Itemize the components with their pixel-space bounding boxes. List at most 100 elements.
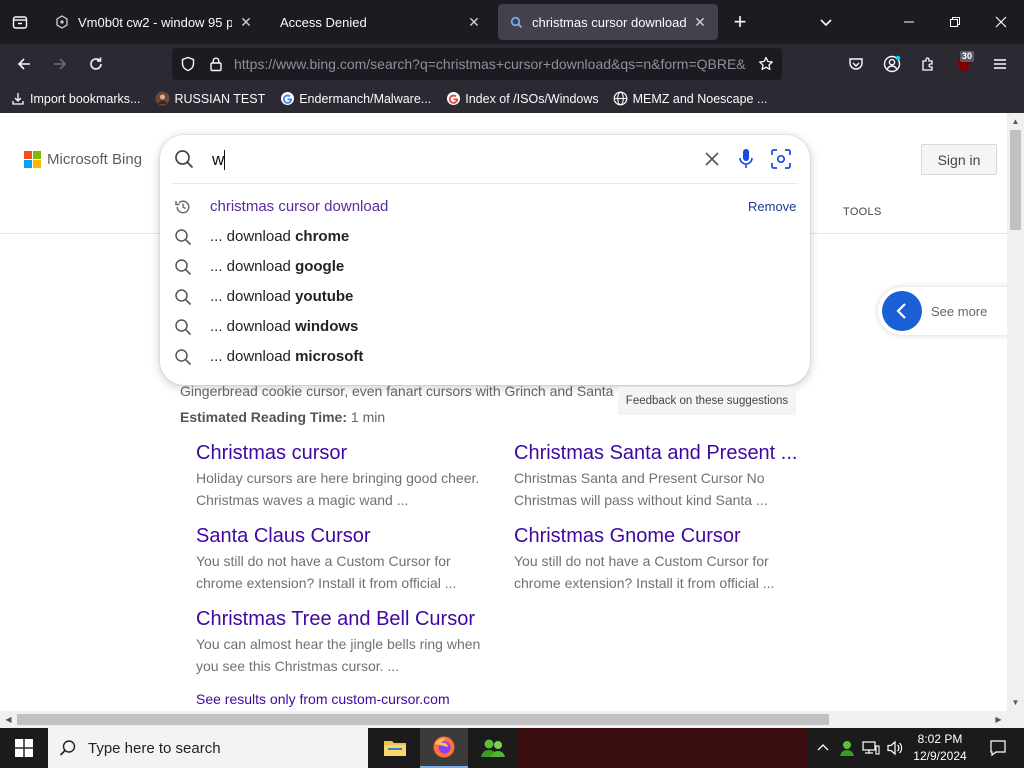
suggestion-item[interactable]: ... download microsoft — [160, 342, 810, 372]
restore-button[interactable] — [932, 0, 978, 44]
see-more-panel[interactable]: See more — [878, 287, 1007, 335]
extensions-button[interactable] — [912, 48, 944, 80]
minimize-button[interactable] — [886, 0, 932, 44]
close-icon — [995, 16, 1007, 28]
clear-icon[interactable] — [702, 149, 722, 169]
search-icon[interactable] — [174, 149, 194, 169]
search-input[interactable] — [212, 147, 692, 173]
result-title-link[interactable]: Christmas cursor — [196, 440, 486, 466]
suggestion-item[interactable]: ... download chrome — [160, 222, 810, 252]
tab-close-icon[interactable]: ✕ — [238, 14, 254, 30]
ublock-extension-button[interactable]: 30 — [948, 48, 980, 80]
forward-button[interactable] — [44, 48, 76, 80]
vertical-scrollbar[interactable]: ▲ ▼ — [1007, 113, 1024, 711]
reload-button[interactable] — [80, 48, 112, 80]
see-results-only-link[interactable]: See results only from custom-cursor.com — [196, 691, 450, 707]
see-more-label: See more — [931, 303, 988, 319]
tab-close-icon[interactable]: ✕ — [466, 14, 482, 30]
new-tab-button[interactable]: + — [726, 8, 754, 36]
user-tray-icon — [840, 741, 854, 756]
network-icon — [862, 741, 880, 755]
scroll-left-arrow-icon[interactable]: ◀ — [0, 711, 17, 728]
desktop-wallpaper-strip — [518, 728, 808, 768]
tray-user-icon[interactable] — [836, 728, 858, 768]
start-button[interactable] — [0, 728, 48, 768]
tab-bing-search[interactable]: christmas cursor download - Se ✕ — [498, 4, 718, 40]
sign-in-button[interactable]: Sign in — [921, 144, 997, 175]
scrollbar-thumb[interactable] — [17, 714, 829, 725]
suggestion-text: ... download youtube — [210, 288, 354, 305]
microphone-icon[interactable] — [736, 147, 756, 171]
tab-close-icon[interactable]: ✕ — [692, 14, 708, 30]
plus-icon: + — [733, 9, 747, 34]
tracking-protection-shield-icon[interactable] — [174, 48, 202, 80]
bookmark-import[interactable]: Import bookmarks... — [6, 87, 144, 111]
scroll-down-arrow-icon[interactable]: ▼ — [1007, 694, 1024, 711]
scroll-right-arrow-icon[interactable]: ▶ — [990, 711, 1007, 728]
feedback-suggestions-link[interactable]: Feedback on these suggestions — [618, 387, 796, 415]
tab-title: christmas cursor download - Se — [532, 14, 686, 30]
bookmark-index-isos[interactable]: Index of /ISOs/Windows — [441, 87, 602, 111]
back-button[interactable] — [8, 48, 40, 80]
result-description: Christmas Santa and Present Cursor No Ch… — [514, 470, 768, 508]
reload-icon — [90, 57, 102, 70]
google-icon — [445, 91, 461, 107]
clock-date: 12/9/2024 — [913, 749, 967, 763]
clock-time: 8:02 PM — [917, 732, 963, 746]
account-button[interactable] — [876, 48, 908, 80]
result-title-link[interactable]: Christmas Gnome Cursor — [514, 523, 804, 549]
search-icon — [175, 229, 192, 246]
tools-menu[interactable]: TOOLS — [843, 206, 882, 218]
chevron-left-icon[interactable] — [882, 291, 922, 331]
result-title-link[interactable]: Christmas Tree and Bell Cursor — [196, 606, 496, 632]
suggestion-history-item[interactable]: christmas cursor download Remove — [160, 192, 810, 222]
bookmark-endermanch[interactable]: Endermanch/Malware... — [275, 87, 435, 111]
taskbar-firefox[interactable] — [420, 728, 468, 768]
bing-logo[interactable]: Microsoft Bing — [24, 151, 142, 168]
taskbar-file-explorer[interactable] — [371, 728, 419, 768]
bookmark-label: Index of /ISOs/Windows — [465, 91, 599, 106]
tab-access-denied[interactable]: Access Denied ✕ — [270, 4, 492, 40]
result-title-link[interactable]: Christmas Santa and Present ... — [514, 440, 804, 466]
reading-time-value: 1 min — [350, 409, 386, 425]
bookmark-star-icon[interactable] — [750, 48, 782, 80]
close-window-button[interactable] — [978, 0, 1024, 44]
taskbar-search-box[interactable]: Type here to search — [48, 728, 368, 768]
lock-icon[interactable] — [202, 48, 230, 80]
result-description: You can almost hear the jingle bells rin… — [196, 636, 481, 674]
globe-icon — [613, 91, 629, 107]
notification-icon — [990, 740, 1006, 757]
bookmarks-toolbar: Import bookmarks... RUSSIAN TEST Enderma… — [0, 84, 1024, 113]
remove-history-link[interactable]: Remove — [748, 199, 796, 214]
scrollbar-thumb[interactable] — [1010, 130, 1021, 230]
show-hidden-icons-button[interactable] — [812, 728, 834, 768]
horizontal-scrollbar[interactable]: ◀ ▶ — [0, 711, 1024, 728]
result-card: Christmas cursor Holiday cursors are her… — [196, 440, 486, 511]
tab-list-button[interactable] — [0, 0, 40, 44]
taskbar-users-app[interactable] — [469, 728, 517, 768]
tab-vm0b0t[interactable]: Vm0b0t cw2 - window 95 pre al ✕ — [44, 4, 264, 40]
result-title-link[interactable]: Santa Claus Cursor — [196, 523, 486, 549]
url-text[interactable]: https://www.bing.com/search?q=christmas+… — [230, 56, 750, 72]
hamburger-menu-icon — [994, 59, 1006, 69]
tab-title: Vm0b0t cw2 - window 95 pre al — [78, 14, 232, 30]
suggestion-item[interactable]: ... download youtube — [160, 282, 810, 312]
pocket-button[interactable] — [840, 48, 872, 80]
search-icon — [175, 349, 192, 366]
suggestion-item[interactable]: ... download windows — [160, 312, 810, 342]
volume-button[interactable] — [884, 728, 906, 768]
bookmark-memz[interactable]: MEMZ and Noescape ... — [609, 87, 772, 111]
scroll-up-arrow-icon[interactable]: ▲ — [1007, 113, 1024, 130]
suggestion-item[interactable]: ... download google — [160, 252, 810, 282]
list-all-tabs-button[interactable] — [812, 8, 840, 36]
app-menu-button[interactable] — [984, 48, 1016, 80]
action-center-button[interactable] — [978, 728, 1018, 768]
search-favicon-icon — [508, 14, 524, 30]
search-divider — [172, 183, 798, 184]
network-button[interactable] — [860, 728, 882, 768]
visual-search-icon[interactable] — [770, 148, 792, 170]
taskbar-clock[interactable]: 8:02 PM 12/9/2024 — [908, 731, 972, 765]
bookmark-russian-test[interactable]: RUSSIAN TEST — [150, 87, 269, 111]
account-icon — [883, 55, 901, 73]
address-bar[interactable]: https://www.bing.com/search?q=christmas+… — [172, 48, 782, 80]
